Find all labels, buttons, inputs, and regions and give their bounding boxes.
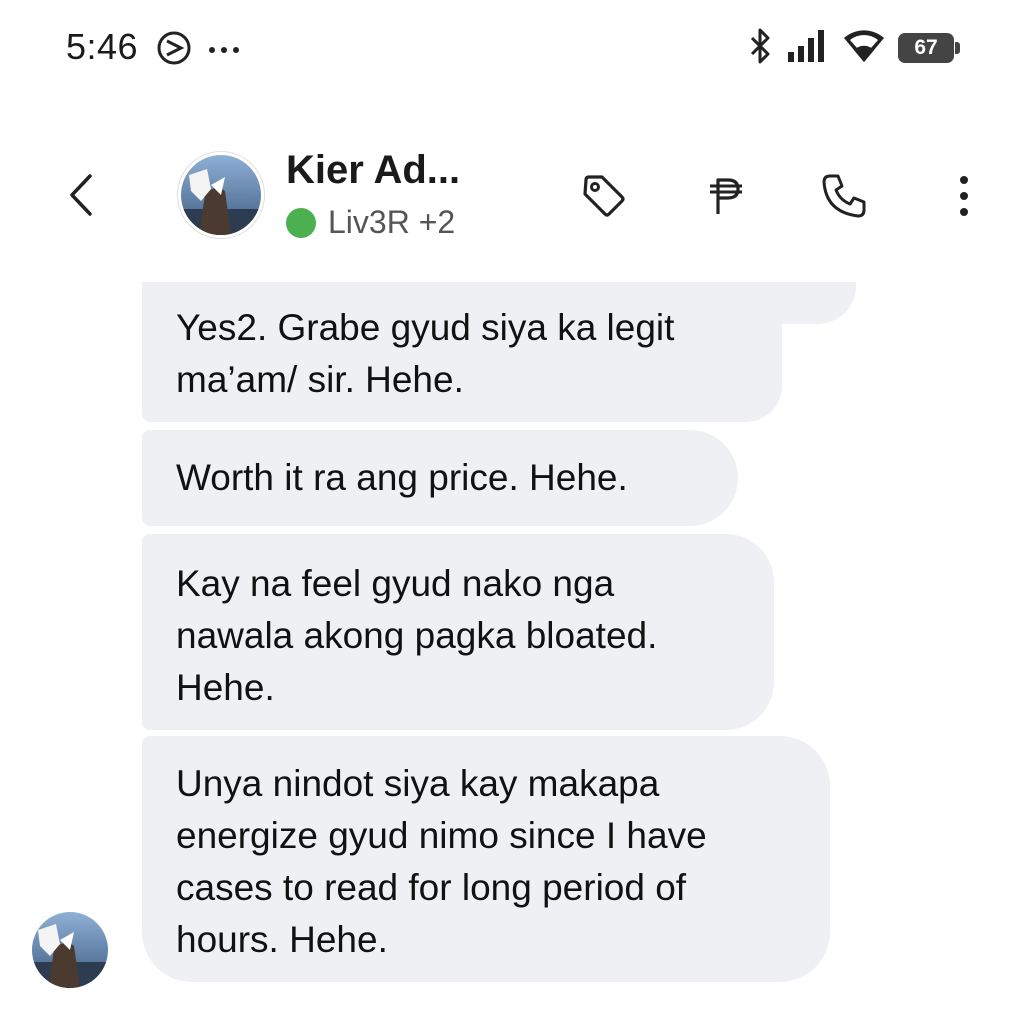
bluetooth-icon <box>746 26 774 71</box>
contact-name[interactable]: Kier Ad... <box>286 148 460 193</box>
back-button[interactable] <box>62 170 102 220</box>
signal-icon <box>786 28 830 69</box>
status-time: 5:46 <box>66 26 139 67</box>
contact-status: Liv3R +2 <box>286 204 455 241</box>
message-bubble[interactable]: Kay na feel gyud nako nga nawala akong p… <box>142 534 774 730</box>
more-dots-icon <box>206 28 242 73</box>
do-not-disturb-icon <box>154 28 194 73</box>
contact-avatar[interactable] <box>178 152 264 238</box>
battery-indicator: 67 <box>898 33 960 63</box>
previous-bubble-edge <box>782 282 856 324</box>
phone-icon[interactable] <box>818 170 870 222</box>
sender-avatar[interactable] <box>32 912 108 988</box>
tag-icon[interactable] <box>578 170 630 222</box>
message-bubble[interactable]: Yes2. Grabe gyud siya ka legit ma’am/ si… <box>142 282 782 422</box>
status-right: 67 <box>746 24 960 72</box>
message-bubble[interactable]: Worth it ra ang price. Hehe. <box>142 430 738 526</box>
chevron-left-icon <box>70 174 92 216</box>
peso-icon[interactable] <box>700 170 752 222</box>
status-label: Liv3R +2 <box>328 204 456 240</box>
wifi-icon <box>842 28 886 69</box>
more-vertical-icon[interactable] <box>938 170 990 222</box>
online-status-icon <box>286 207 316 238</box>
message-bubble[interactable]: Unya nindot siya kay makapa energize gyu… <box>142 736 830 982</box>
